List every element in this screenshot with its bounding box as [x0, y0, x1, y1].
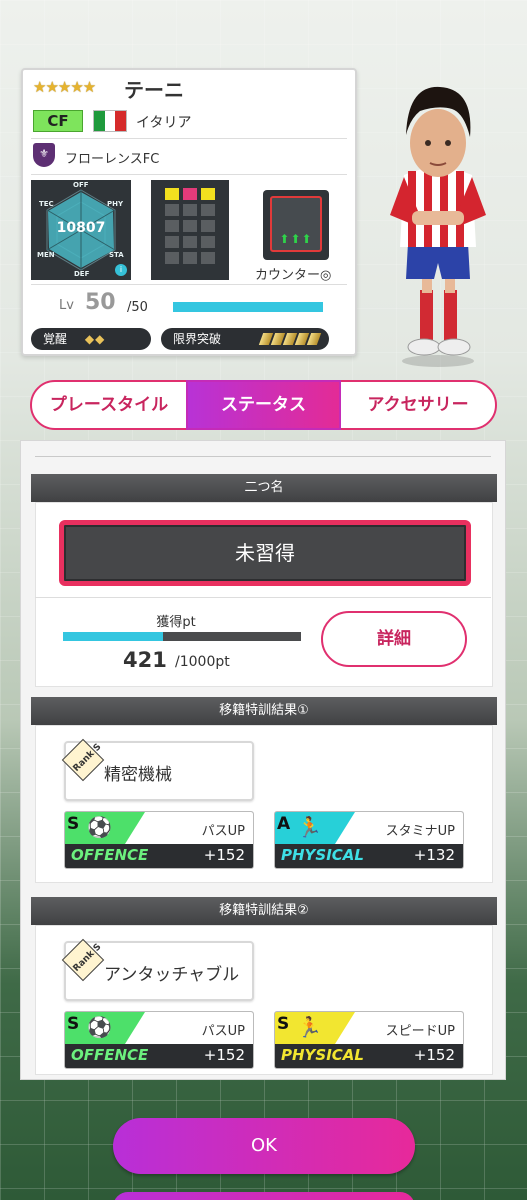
running-player-icon: 🏃 — [297, 815, 322, 839]
soccer-player-icon: ⚽ — [87, 815, 112, 839]
points-label: 獲得pt — [156, 615, 196, 630]
formation-cell — [201, 252, 215, 264]
stat-radar[interactable]: OFF TEC PHY MEN STA DEF 10807 i — [31, 180, 131, 280]
boost-label: スタミナUP — [385, 824, 455, 839]
ok-button[interactable]: OK — [113, 1118, 415, 1174]
country-label: イタリア — [136, 115, 192, 131]
radar-label-def: DEF — [74, 270, 90, 278]
overall-rating: 10807 — [56, 220, 106, 236]
grade-letter: S — [67, 814, 80, 834]
points-max: /1000pt — [175, 654, 230, 670]
divider — [35, 456, 491, 457]
boost-label: スピードUP — [385, 1024, 455, 1039]
nickname-value-box: 未習得 — [59, 520, 471, 586]
detail-button[interactable]: 詳細 — [321, 611, 467, 667]
boost-card: S ⚽ パスUP OFFENCE +152 — [64, 811, 254, 869]
limit-break-label: 限界突破 — [173, 332, 222, 346]
play-style-label: カウンター◎ — [255, 268, 332, 283]
awakening-pill: 覚醒 ◆◆ — [31, 328, 151, 350]
level-value: 50 — [85, 290, 116, 315]
transfer-result-1-header: 移籍特訓結果① — [31, 697, 497, 725]
up-arrows-icon: ⬆⬆⬆ — [279, 232, 313, 246]
points-bar — [63, 632, 301, 641]
level-bar — [173, 302, 323, 312]
level-bar-fill — [173, 302, 323, 312]
formation-cell — [165, 236, 179, 248]
formation-cell — [183, 236, 197, 248]
level-label: Lv — [59, 298, 74, 313]
skill-name: 精密機械 — [104, 765, 172, 785]
boost-value: +152 — [203, 1046, 245, 1064]
club-crest-icon: ⚜ — [33, 143, 55, 167]
radar-label-tec: TEC — [39, 200, 54, 208]
boost-card: S ⚽ パスUP OFFENCE +152 — [64, 1011, 254, 1069]
player-card: ★★★★★ テーニ CF イタリア ⚜ フローレンスFC OFF TEC PHY… — [21, 68, 357, 356]
goal-net-icon: ⬆⬆⬆ — [270, 196, 322, 252]
formation-cell — [165, 188, 179, 200]
boost-value: +152 — [203, 846, 245, 864]
position-badge: CF — [33, 110, 83, 132]
grade-letter: S — [67, 1014, 80, 1034]
grade-letter: A — [277, 814, 291, 834]
club-name: フローレンスFC — [65, 152, 160, 167]
divider — [31, 174, 347, 175]
level-max: /50 — [127, 300, 148, 315]
boost-card: A 🏃 スタミナUP PHYSICAL +132 — [274, 811, 464, 869]
tab-accessory[interactable]: アクセサリー — [339, 380, 497, 430]
grade-letter: S — [277, 1014, 290, 1034]
soccer-player-icon: ⚽ — [87, 1015, 112, 1039]
divider — [35, 597, 491, 598]
boost-category: OFFENCE — [71, 1046, 149, 1064]
boost-category: OFFENCE — [71, 846, 149, 864]
radar-label-off: OFF — [73, 181, 89, 189]
awakening-diamond-icon: ◆◆ — [84, 332, 106, 346]
player-name: テーニ — [124, 78, 184, 102]
tab-status[interactable]: ステータス — [186, 380, 341, 430]
skill-name: アンタッチャブル — [104, 965, 240, 985]
divider — [31, 138, 347, 139]
points-bar-fill — [63, 632, 164, 641]
radar-label-phy: PHY — [107, 200, 124, 208]
radar-label-men: MEN — [37, 251, 55, 259]
boost-label: パスUP — [201, 824, 245, 839]
player-figure — [390, 86, 486, 367]
boost-category: PHYSICAL — [281, 846, 364, 864]
rarity-stars: ★★★★★ — [33, 78, 96, 96]
info-icon[interactable]: i — [115, 264, 127, 276]
formation-cell — [183, 252, 197, 264]
transfer-result-2-header: 移籍特訓結果② — [31, 897, 497, 925]
formation-cell — [183, 204, 197, 216]
formation-cell — [201, 220, 215, 232]
skill-card[interactable]: Rank S アンタッチャブル — [61, 938, 254, 1001]
boost-label: パスUP — [201, 1024, 245, 1039]
italy-flag-icon — [93, 110, 127, 132]
formation-cell — [183, 220, 197, 232]
counter-style-icon[interactable]: ⬆⬆⬆ — [263, 190, 329, 260]
formation-cell — [201, 188, 215, 200]
limit-break-gauge-icon — [258, 333, 322, 345]
awakening-label: 覚醒 — [43, 332, 68, 346]
points-value: 421 — [123, 648, 167, 672]
formation-cell — [165, 252, 179, 264]
secondary-button[interactable] — [113, 1192, 415, 1200]
formation-cell — [201, 236, 215, 248]
formation-cell — [165, 220, 179, 232]
tab-bar: プレースタイル アクセサリー ステータス — [30, 380, 497, 430]
boost-category: PHYSICAL — [281, 1046, 364, 1064]
boost-card: S 🏃 スピードUP PHYSICAL +152 — [274, 1011, 464, 1069]
divider — [31, 284, 347, 285]
status-panel[interactable]: 二つ名 未習得 獲得pt 421 /1000pt 詳細 移籍特訓結果① Rank… — [20, 440, 506, 1080]
boost-value: +152 — [413, 1046, 455, 1064]
formation-cell — [165, 204, 179, 216]
sprinting-player-icon: 🏃 — [297, 1015, 322, 1039]
boost-value: +132 — [413, 846, 455, 864]
limit-break-pill: 限界突破 — [161, 328, 329, 350]
formation-map — [151, 180, 229, 280]
tab-play-style[interactable]: プレースタイル — [30, 380, 188, 430]
nickname-header: 二つ名 — [31, 474, 497, 502]
skill-card[interactable]: Rank S 精密機械 — [61, 738, 254, 801]
radar-label-sta: STA — [109, 251, 124, 259]
formation-cell — [183, 188, 197, 200]
formation-cell — [201, 204, 215, 216]
